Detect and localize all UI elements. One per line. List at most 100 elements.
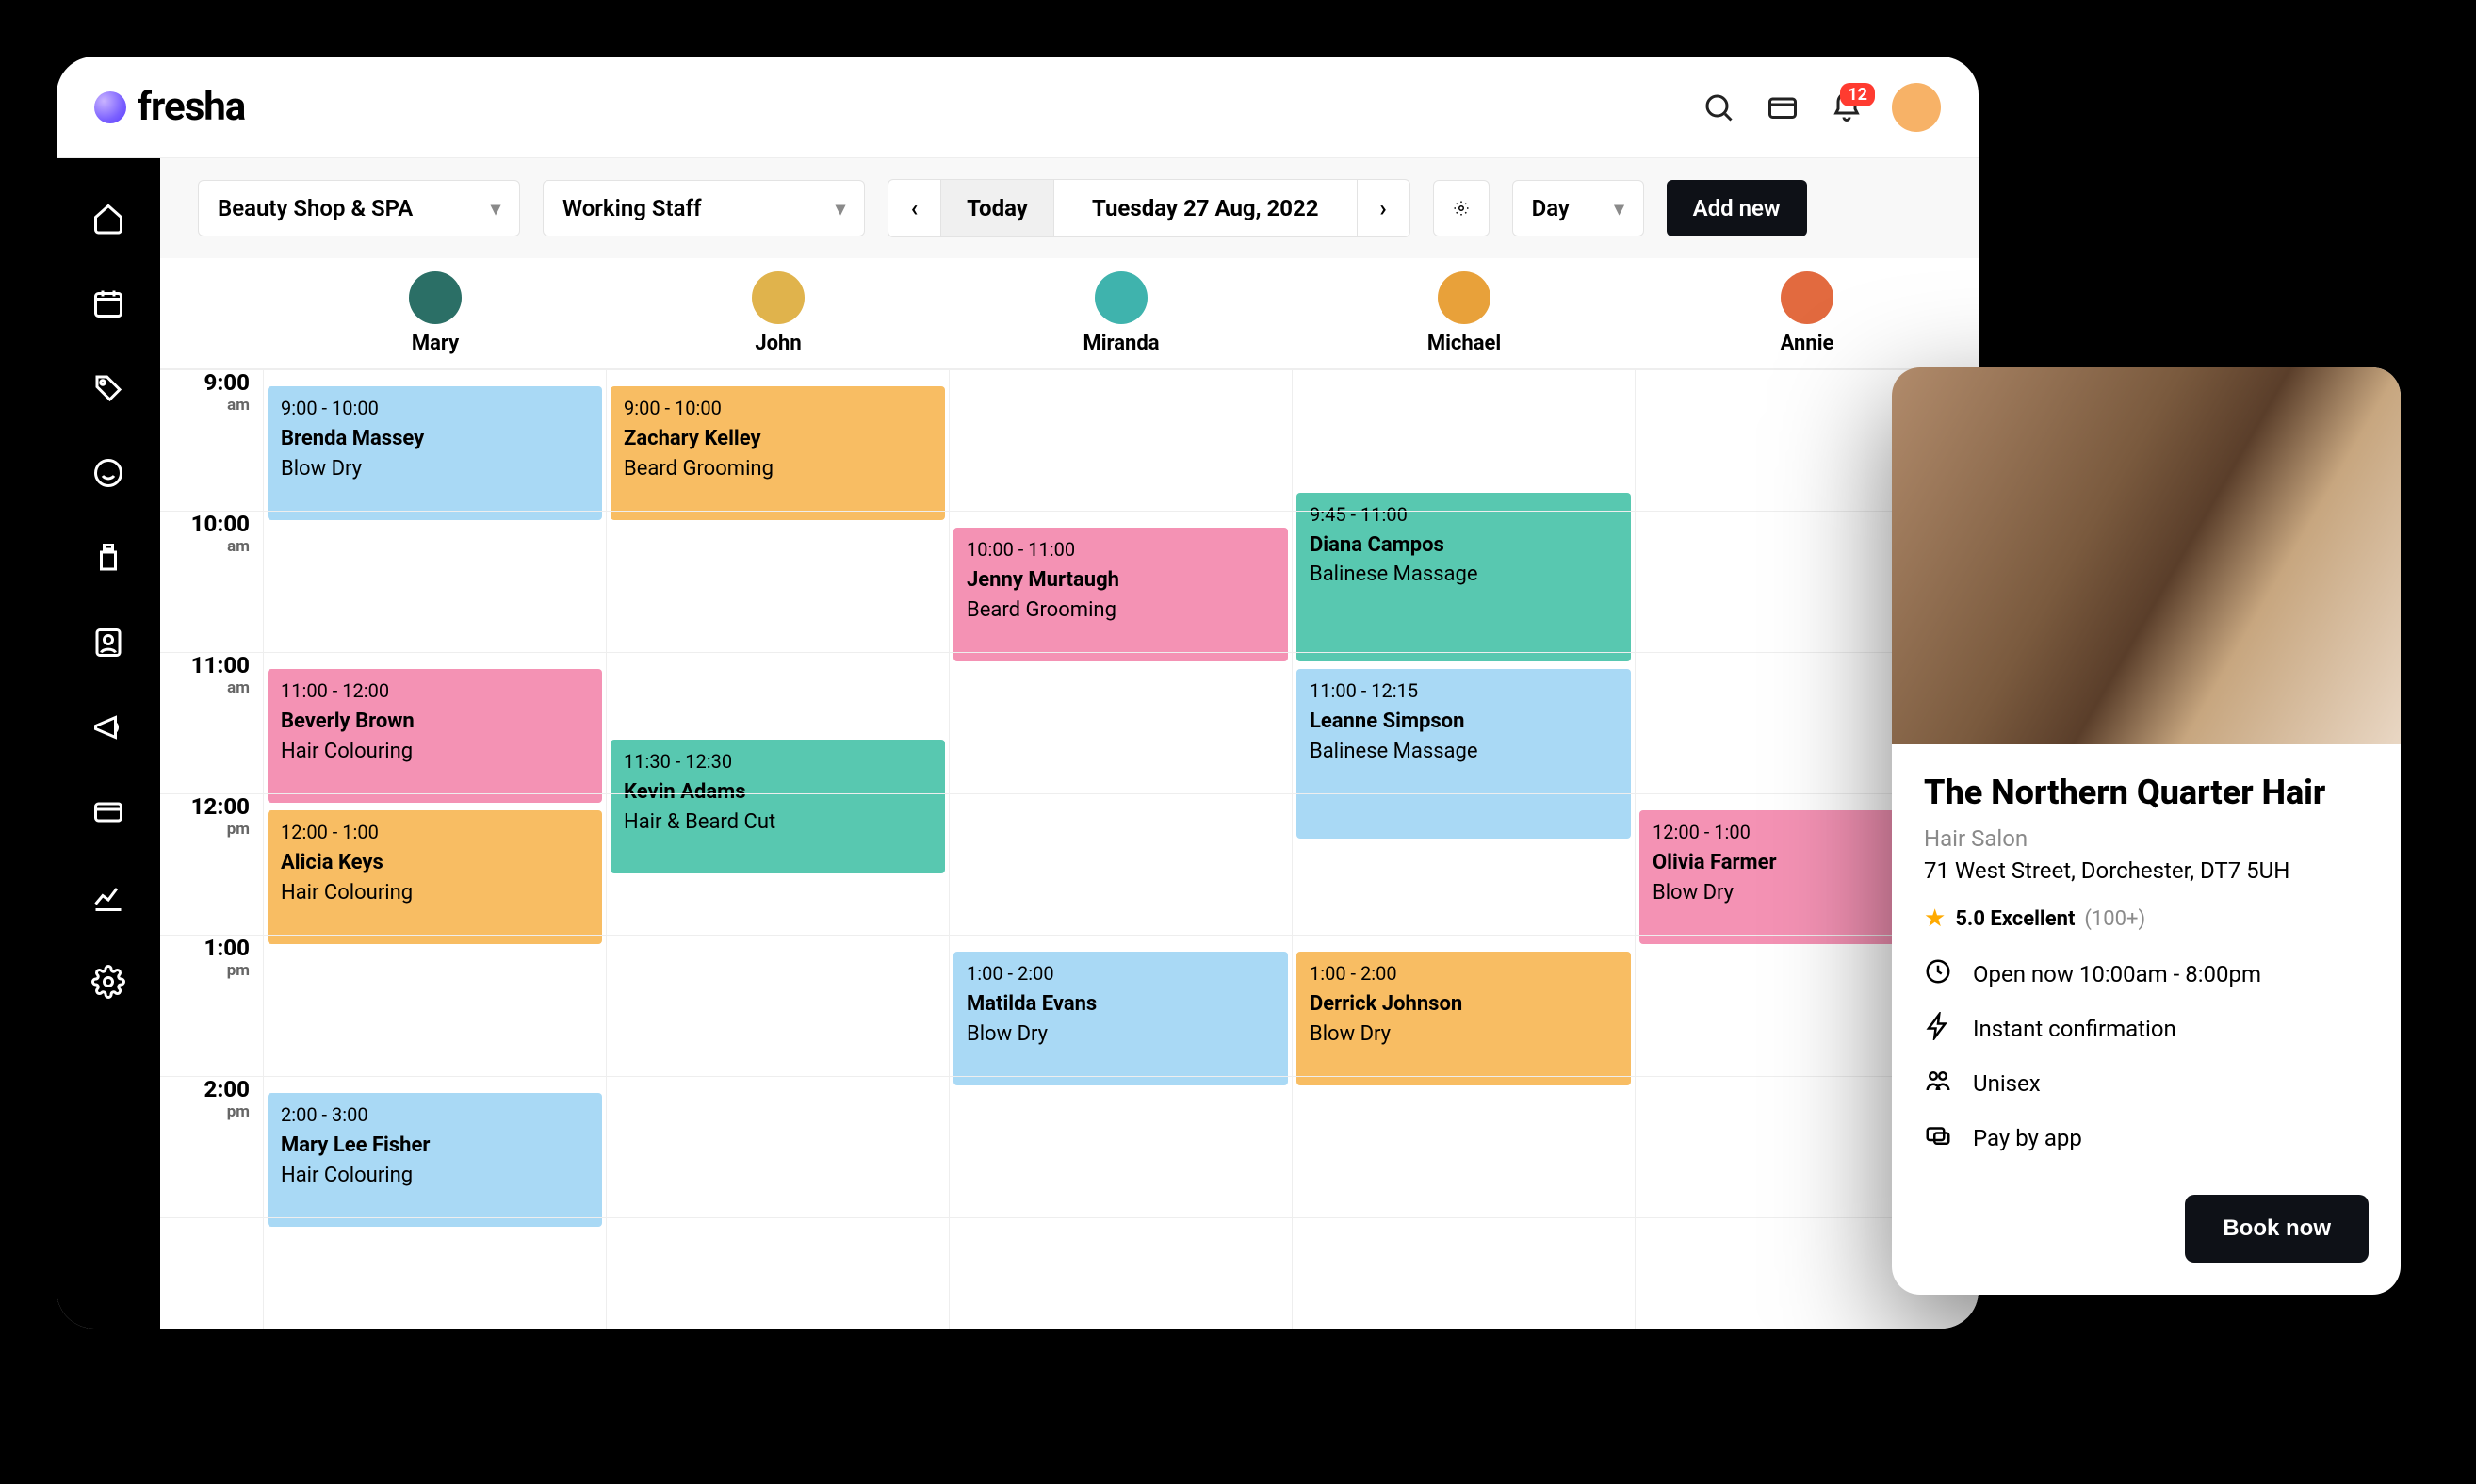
book-now-button[interactable]: Book now [2185,1195,2369,1263]
staff-name: Annie [1781,332,1834,355]
event-service: Hair Colouring [281,1162,589,1190]
promo-feature: Pay by app [1924,1121,2369,1155]
calendar-event[interactable]: 11:00 - 12:00Beverly BrownHair Colouring [268,669,602,803]
rating-score: 5.0 Excellent [1955,907,2075,931]
time-label: 9:00am [160,369,263,511]
staff-header[interactable]: Miranda [950,271,1293,355]
event-client: Matilda Evans [967,990,1275,1019]
promo-title: The Northern Quarter Hair [1924,773,2369,812]
promo-rating: ★ 5.0 Excellent (100+) [1924,905,2369,933]
event-client: Brenda Massey [281,425,589,453]
nav-calendar-icon[interactable] [90,285,127,322]
main-content: Beauty Shop & SPA ▾ Working Staff ▾ ‹ To… [160,158,1979,1329]
chevron-down-icon: ▾ [836,197,845,220]
staff-header[interactable]: Michael [1293,271,1636,355]
event-time: 11:30 - 12:30 [624,749,932,775]
event-service: Blow Dry [281,455,589,483]
sidebar [57,158,160,1329]
calendar-event[interactable]: 9:00 - 10:00Brenda MasseyBlow Dry [268,386,602,520]
calendar-event[interactable]: 1:00 - 2:00 Matilda EvansBlow Dry [953,952,1288,1085]
calendar-column[interactable]: 9:00 - 10:00Brenda MasseyBlow Dry 11:00 -… [264,369,607,1329]
location-select[interactable]: Beauty Shop & SPA ▾ [198,180,520,236]
prev-day-button[interactable]: ‹ [888,180,941,236]
notification-badge: 12 [1840,83,1875,106]
event-time: 12:00 - 1:00 [281,820,589,845]
calendar-event[interactable]: 11:00 - 12:15 Leanne SimpsonBalinese Mass… [1296,669,1631,839]
event-client: Zachary Kelley [624,425,932,453]
calendar-event[interactable]: 9:45 - 11:00Diana CamposBalinese Massage [1296,493,1631,662]
brand-name: fresha [138,84,245,130]
top-header: fresha 12 [57,57,1979,158]
calendar-event[interactable]: 12:00 - 1:00Alicia KeysHair Colouring [268,810,602,944]
brand: fresha [94,84,245,130]
nav-home-icon[interactable] [90,200,127,237]
staff-filter-label: Working Staff [562,195,702,221]
date-display[interactable]: Tuesday 27 Aug, 2022 [1054,180,1357,236]
nav-settings-icon[interactable] [90,963,127,1001]
promo-category: Hair Salon [1924,825,2369,852]
toolbar: Beauty Shop & SPA ▾ Working Staff ▾ ‹ To… [160,158,1979,258]
search-icon[interactable] [1700,89,1737,126]
time-column: 9:00am10:00am11:00am12:00pm1:00pm2:00pm [160,369,264,1329]
nav-analytics-icon[interactable] [90,878,127,916]
event-client: Derrick Johnson [1310,990,1618,1019]
staff-select[interactable]: Working Staff ▾ [543,180,865,236]
staff-name: Miranda [1083,332,1159,355]
event-client: Leanne Simpson [1310,708,1618,736]
event-service: Hair & Beard Cut [624,808,932,837]
event-time: 1:00 - 2:00 [967,961,1275,987]
event-service: Balinese Massage [1310,561,1618,589]
event-time: 9:45 - 11:00 [1310,502,1618,528]
people-icon [1924,1067,1952,1101]
brand-logo [94,91,126,123]
calendar-column[interactable]: 10:00 - 11:00Jenny MurtaughBeard Groomin… [950,369,1293,1329]
calendar-event[interactable]: 9:00 - 10:00 Zachary KelleyBeard Grooming [611,386,945,520]
staff-header[interactable]: Mary [264,271,607,355]
event-service: Balinese Massage [1310,738,1618,766]
today-button[interactable]: Today [941,180,1054,236]
add-new-button[interactable]: Add new [1667,180,1807,236]
event-time: 11:00 - 12:15 [1310,678,1618,704]
calendar: Mary John Miranda Michael Annie 9:00am10:00a… [160,258,1979,1329]
calendar-grid: 9:00am10:00am11:00am12:00pm1:00pm2:00pm … [160,369,1979,1329]
nav-products-icon[interactable] [90,539,127,577]
calendar-event[interactable]: 2:00 - 3:00Mary Lee FisherHair Colouring [268,1093,602,1227]
staff-name: Michael [1427,332,1501,355]
view-mode-select[interactable]: Day ▾ [1512,180,1644,236]
calendar-column[interactable]: 9:00 - 10:00 Zachary KelleyBeard Grooming… [607,369,950,1329]
promo-address: 71 West Street, Dorchester, DT7 5UH [1924,857,2369,884]
event-service: Beard Grooming [624,455,932,483]
wallet-icon[interactable] [1764,89,1801,126]
nav-payments-icon[interactable] [90,793,127,831]
rating-count: (100+) [2084,907,2145,931]
staff-avatar [1095,271,1148,324]
staff-avatar [1781,271,1833,324]
promo-card: The Northern Quarter Hair Hair Salon 71 … [1892,367,2401,1295]
calendar-column[interactable]: 9:45 - 11:00Diana CamposBalinese Massage… [1293,369,1636,1329]
event-service: Blow Dry [967,1020,1275,1049]
event-client: Jenny Murtaugh [967,566,1275,595]
notifications-icon[interactable]: 12 [1828,89,1865,126]
event-service: Hair Colouring [281,879,589,907]
calendar-event[interactable]: 10:00 - 11:00Jenny MurtaughBeard Groomin… [953,528,1288,661]
staff-name: John [755,332,801,355]
app-window: fresha 12 [57,57,1979,1329]
calendar-event[interactable]: 11:30 - 12:30Kevin AdamsHair & Beard Cut [611,740,945,873]
staff-header[interactable]: John [607,271,950,355]
next-day-button[interactable]: › [1357,180,1409,236]
nav-contacts-icon[interactable] [90,624,127,661]
staff-header[interactable]: Annie [1636,271,1979,355]
date-navigator: ‹ Today Tuesday 27 Aug, 2022 › [888,179,1410,237]
nav-smile-icon[interactable] [90,454,127,492]
event-time: 9:00 - 10:00 [624,396,932,421]
chevron-down-icon: ▾ [1615,197,1624,220]
calendar-event[interactable]: 1:00 - 2:00Derrick JohnsonBlow Dry [1296,952,1631,1085]
staff-avatar [1438,271,1490,324]
promo-feature: Instant confirmation [1924,1012,2369,1046]
nav-marketing-icon[interactable] [90,709,127,746]
nav-tag-icon[interactable] [90,369,127,407]
time-label: 1:00pm [160,935,263,1076]
user-avatar[interactable] [1892,83,1941,132]
calendar-settings-button[interactable] [1433,180,1490,236]
pay-by-app-icon [1924,1121,1952,1155]
